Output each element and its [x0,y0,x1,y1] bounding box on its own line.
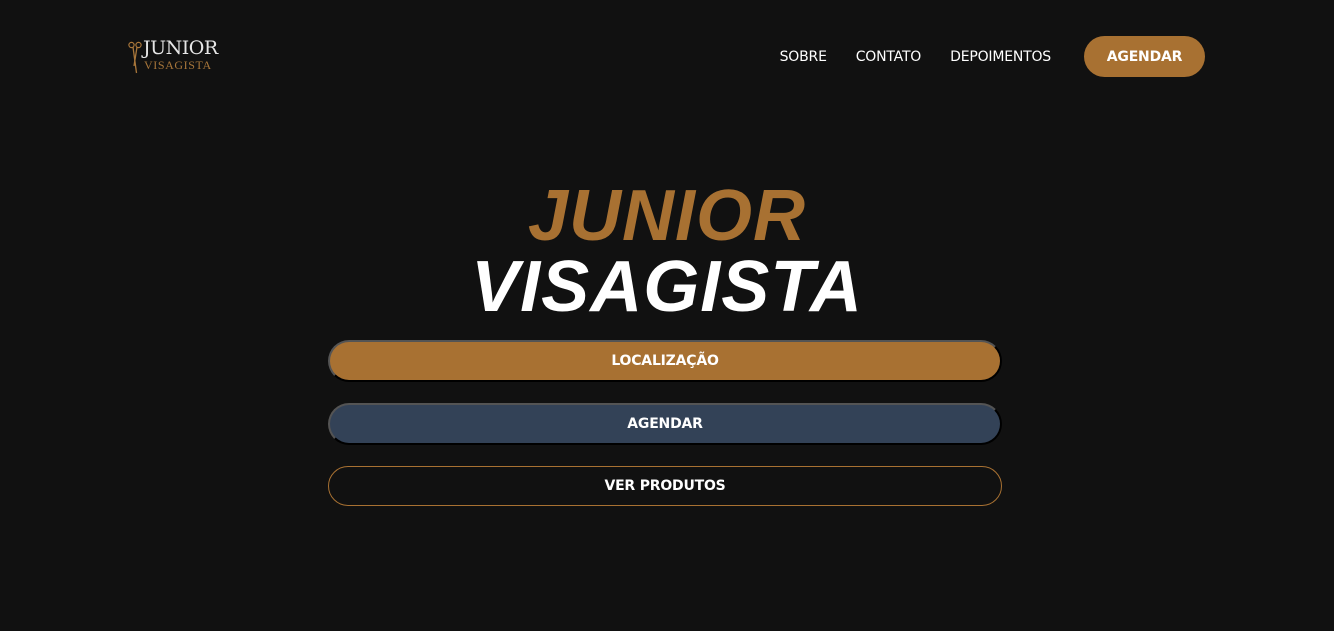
hero-title-line1: JUNIOR [527,176,807,256]
logo-text-primary: JUNIOR [143,37,218,59]
view-products-button[interactable]: VER PRODUTOS [328,466,1002,506]
scissors-icon [128,41,142,74]
site-header: JUNIOR VISAGISTA SOBRE CONTATO DEPOIMENT… [0,0,1334,112]
logo-text-secondary: VISAGISTA [144,58,212,72]
nav-agendar-button[interactable]: AGENDAR [1084,36,1205,77]
hero-title-line2: VISAGISTA [471,247,863,327]
main-nav: SOBRE CONTATO DEPOIMENTOS AGENDAR [780,36,1205,77]
schedule-button[interactable]: AGENDAR [328,403,1002,445]
landing-page: JUNIOR VISAGISTA SOBRE CONTATO DEPOIMENT… [0,0,1334,631]
logo[interactable]: JUNIOR VISAGISTA [128,38,218,76]
nav-link-contato[interactable]: CONTATO [856,49,922,65]
nav-link-sobre[interactable]: SOBRE [780,49,827,65]
location-button[interactable]: LOCALIZAÇÃO [328,340,1002,382]
nav-link-depoimentos[interactable]: DEPOIMENTOS [950,49,1051,65]
